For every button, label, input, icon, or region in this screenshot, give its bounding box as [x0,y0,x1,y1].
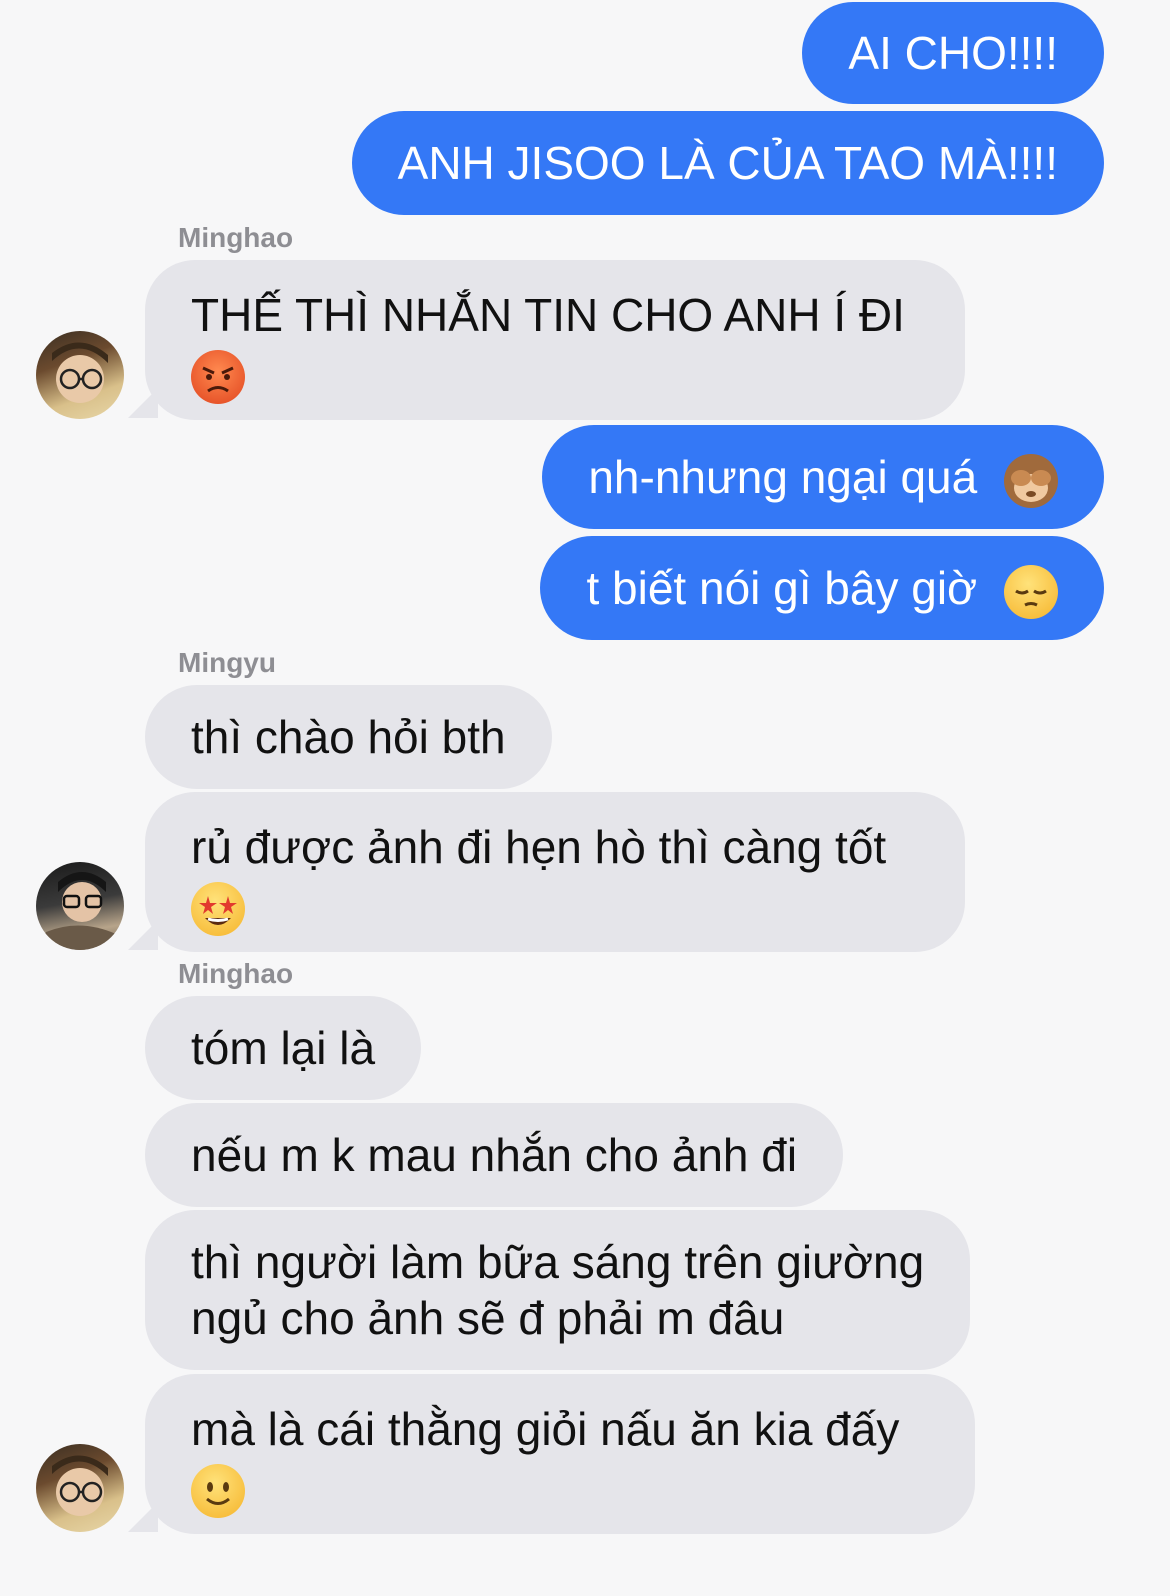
message-text: AI CHO!!!! [848,27,1058,79]
outgoing-message[interactable]: AI CHO!!!! [802,2,1104,104]
outgoing-message[interactable]: ANH JISOO LÀ CỦA TAO MÀ!!!! [351,111,1104,215]
message-text: ANH JISOO LÀ CỦA TAO MÀ!!!! [397,137,1058,189]
outgoing-message[interactable]: nh-nhưng ngại quá [542,425,1104,529]
message-text-line: thì người làm bữa sáng trên giường [191,1236,925,1288]
angry-face-emoji [191,349,245,404]
message-text: nh-nhưng ngại quá [588,451,978,503]
message-text: tóm lại là [191,1022,376,1074]
avatar-minghao[interactable] [36,331,124,419]
sender-name: Mingyu [178,647,276,678]
message-text: THẾ THÌ NHẮN TIN CHO ANH Í ĐI [191,289,905,341]
bubble-tail [128,1502,158,1532]
incoming-message[interactable]: rủ được ảnh đi hẹn hò thì càng tốt [145,792,965,952]
sender-name: Minghao [178,222,294,253]
incoming-message[interactable]: tóm lại là [145,996,422,1100]
bubble-tail [128,920,158,950]
incoming-message[interactable]: thì người làm bữa sáng trên giường ngủ c… [145,1210,971,1370]
avatar-minghao[interactable] [36,1444,124,1532]
message-text: mà là cái thằng giỏi nấu ăn kia đấy [191,1403,900,1455]
bubble-tail [128,388,158,418]
incoming-message[interactable]: nếu m k mau nhắn cho ảnh đi [145,1103,844,1207]
pensive-face-emoji [1004,564,1058,619]
outgoing-message[interactable]: t biết nói gì bây giờ [540,536,1104,640]
message-text: thì chào hỏi bth [191,711,506,763]
see-no-evil-monkey-emoji [1004,453,1058,508]
sender-name: Minghao [178,958,294,989]
incoming-message[interactable]: THẾ THÌ NHẮN TIN CHO ANH Í ĐI [145,260,965,420]
incoming-message[interactable]: mà là cái thằng giỏi nấu ăn kia đấy [145,1374,975,1534]
message-text: nếu m k mau nhắn cho ảnh đi [191,1129,798,1181]
message-text: rủ được ảnh đi hẹn hò thì càng tốt [191,821,887,873]
slightly-smiling-face-emoji [191,1463,245,1518]
avatar-mingyu[interactable] [36,862,124,950]
message-text-line: ngủ cho ảnh sẽ đ phải m đâu [191,1292,785,1344]
incoming-message[interactable]: thì chào hỏi bth [145,685,552,789]
star-struck-emoji [191,881,245,936]
message-text: t biết nói gì bây giờ [586,562,978,614]
